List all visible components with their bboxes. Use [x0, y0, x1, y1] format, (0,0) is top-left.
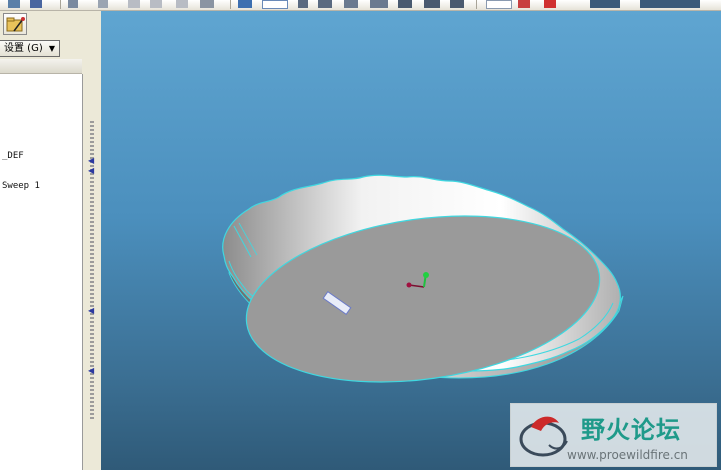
collapse-arrow-icon[interactable]: ◀	[88, 156, 94, 165]
model-tree-tool-button[interactable]	[3, 13, 27, 35]
window-icon[interactable]	[8, 0, 20, 8]
tree-column-header	[0, 59, 82, 74]
panel-splitter[interactable]: ◀ ◀ ◀ ◀	[84, 11, 100, 470]
watermark-title: 野火论坛	[581, 416, 681, 444]
settings-label: 设置 (G)	[4, 43, 43, 54]
toolbar-separator	[230, 0, 231, 9]
model-tree-panel: 设置 (G) ▼ _DEF Sweep 1 ◀ ◀ ◀ ◀	[0, 11, 101, 470]
layers-icon[interactable]	[238, 0, 252, 8]
folder-tool-icon	[6, 17, 25, 32]
annotation-display-icon[interactable]	[640, 0, 700, 8]
main-toolbar	[0, 0, 721, 11]
csys-display-icon[interactable]	[590, 0, 620, 8]
copy-icon[interactable]	[128, 0, 140, 8]
selection-icon[interactable]	[262, 0, 288, 9]
zoom-icon[interactable]	[298, 0, 308, 8]
toolbar-separator	[60, 0, 61, 9]
shade-icon[interactable]	[398, 0, 412, 8]
redo-icon[interactable]	[98, 0, 108, 8]
datum-icon[interactable]	[424, 0, 440, 8]
axis-display-icon[interactable]	[518, 0, 530, 8]
tree-item-sweep[interactable]: Sweep 1	[2, 181, 40, 191]
undo-icon[interactable]	[68, 0, 78, 8]
model-tree: _DEF Sweep 1	[0, 74, 83, 470]
model-canvas	[222, 174, 624, 383]
forum-watermark: 野火论坛 www.proewildfire.cn	[510, 403, 717, 467]
orient-icon[interactable]	[344, 0, 358, 8]
repaint-icon[interactable]	[450, 0, 464, 8]
display-style-icon[interactable]	[486, 0, 512, 9]
collapse-arrow-icon[interactable]: ◀	[88, 306, 94, 315]
collapse-arrow-icon[interactable]: ◀	[88, 366, 94, 375]
paste-icon[interactable]	[150, 0, 162, 8]
cut-icon[interactable]	[176, 0, 188, 8]
regenerate-icon[interactable]	[200, 0, 214, 8]
zoom-box-icon[interactable]	[318, 0, 332, 8]
point-display-icon[interactable]	[544, 0, 556, 8]
graphics-viewport[interactable]: 野火论坛 www.proewildfire.cn	[101, 11, 721, 470]
views-icon[interactable]	[370, 0, 388, 8]
settings-dropdown[interactable]: 设置 (G) ▼	[0, 40, 60, 57]
watermark-url: www.proewildfire.cn	[567, 448, 688, 462]
save-icon[interactable]	[30, 0, 42, 8]
dropdown-arrow-icon: ▼	[48, 44, 55, 53]
collapse-arrow-icon[interactable]: ◀	[88, 166, 94, 175]
toolbar-separator	[476, 0, 477, 9]
tree-item-datum[interactable]: _DEF	[2, 151, 24, 161]
